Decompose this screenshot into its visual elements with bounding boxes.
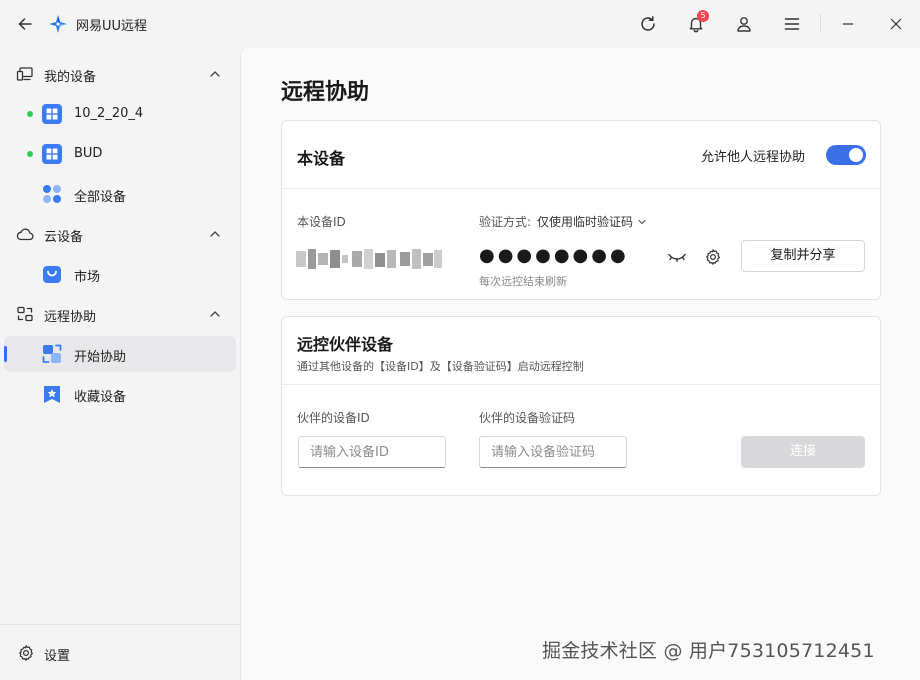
eye-closed-icon — [668, 253, 686, 262]
chevron-up-icon — [210, 311, 220, 317]
close-icon — [890, 18, 902, 30]
app-logo-icon — [49, 15, 67, 33]
allow-remote-toggle[interactable] — [826, 145, 866, 165]
minimize-button[interactable] — [836, 12, 860, 36]
online-status-dot — [27, 111, 33, 117]
devices-icon — [16, 67, 33, 81]
connect-button[interactable]: 连接 — [741, 436, 865, 468]
sidebar-item-label: 全部设备 — [74, 190, 127, 205]
menu-button[interactable] — [780, 12, 804, 36]
device-id-label: 本设备ID — [297, 215, 346, 229]
settings-label: 设置 — [44, 649, 71, 664]
user-icon — [737, 17, 751, 32]
refresh-button[interactable] — [636, 12, 660, 36]
titlebar-divider — [820, 14, 821, 32]
cloud-icon — [16, 228, 34, 241]
shopping-bag-icon — [43, 266, 61, 283]
verification-method-label: 验证方式: — [479, 215, 532, 229]
app-title: 网易UU远程 — [76, 19, 148, 34]
notification-button[interactable]: 5 — [684, 10, 709, 36]
card-title: 远控伙伴设备 — [297, 335, 394, 354]
sidebar-item-label: BUD — [74, 146, 103, 161]
card-header: 远控伙伴设备 通过其他设备的【设备ID】及【设备验证码】启动远程控制 — [282, 317, 880, 385]
partner-code-input[interactable] — [479, 436, 627, 468]
copy-and-share-button[interactable]: 复制并分享 — [741, 240, 865, 272]
sidebar-item-label: 市场 — [74, 270, 101, 285]
sidebar-item-favorite-devices[interactable]: 收藏设备 — [4, 376, 236, 412]
show-code-button[interactable] — [666, 246, 688, 268]
sidebar-item-start-assist[interactable]: 开始协助 — [4, 336, 236, 372]
settings-button[interactable]: 设置 — [0, 624, 240, 680]
toggle-knob — [849, 148, 863, 162]
sidebar-item-label: 10_2_20_4 — [74, 106, 144, 121]
back-button[interactable] — [14, 13, 36, 35]
gear-icon — [706, 249, 720, 265]
sidebar-item-device-bud[interactable]: BUD — [4, 136, 236, 172]
partner-device-card: 远控伙伴设备 通过其他设备的【设备ID】及【设备验证码】启动远程控制 伙伴的设备… — [281, 316, 881, 496]
remote-assist-icon — [17, 306, 33, 322]
sidebar-item-label: 开始协助 — [74, 350, 127, 365]
partner-code-label: 伙伴的设备验证码 — [479, 411, 576, 425]
minimize-icon — [843, 23, 853, 25]
refresh-note: 每次远控结束刷新 — [479, 275, 567, 288]
chevron-up-icon — [210, 231, 220, 237]
card-subtitle: 通过其他设备的【设备ID】及【设备验证码】启动远程控制 — [297, 360, 584, 373]
this-device-card: 本设备 允许他人远程协助 本设备ID 验证方式: 仅使用临时验证码 ●●●●●●… — [281, 120, 881, 300]
bookmark-star-icon — [44, 386, 60, 403]
gear-icon — [19, 645, 33, 661]
windows-device-icon — [42, 104, 62, 124]
card-header: 本设备 允许他人远程协助 — [282, 121, 880, 189]
verification-code-masked: ●●●●●●●● — [479, 245, 629, 266]
refresh-icon — [641, 16, 655, 31]
all-devices-icon — [43, 185, 61, 203]
verification-method-value: 仅使用临时验证码 — [537, 215, 634, 229]
sidebar-group-cloud-devices[interactable]: 云设备 — [0, 214, 240, 254]
sidebar-group-label: 我的设备 — [44, 70, 97, 85]
sidebar-item-device-10-2-20-4[interactable]: 10_2_20_4 — [4, 96, 236, 132]
sidebar-item-market[interactable]: 市场 — [4, 256, 236, 292]
verification-method-dropdown[interactable]: 仅使用临时验证码 — [537, 213, 648, 230]
code-settings-button[interactable] — [702, 246, 724, 268]
sidebar-item-label: 收藏设备 — [74, 390, 127, 405]
notification-badge: 5 — [697, 10, 709, 22]
allow-remote-label: 允许他人远程协助 — [701, 150, 806, 165]
sidebar: 我的设备 10_2_20_4 BUD 全部设备 云设备 市场 远程协助 开始协助… — [0, 48, 240, 680]
start-assist-icon — [42, 344, 62, 363]
arrow-left-icon — [18, 18, 32, 30]
partner-id-label: 伙伴的设备ID — [297, 411, 370, 425]
close-button[interactable] — [884, 12, 908, 36]
title-bar: 网易UU远程 5 — [0, 0, 920, 48]
account-button[interactable] — [732, 12, 756, 36]
hamburger-menu-icon — [784, 18, 800, 30]
partner-id-input[interactable] — [298, 436, 446, 468]
verification-method-row: 验证方式: 仅使用临时验证码 — [479, 213, 648, 230]
chevron-down-icon — [638, 219, 646, 224]
card-title: 本设备 — [297, 149, 346, 168]
watermark-text: 掘金技术社区 @ 用户753105712451 — [542, 640, 875, 662]
windows-device-icon — [42, 144, 62, 164]
sidebar-group-my-devices[interactable]: 我的设备 — [0, 54, 240, 94]
sidebar-item-all-devices[interactable]: 全部设备 — [4, 176, 236, 212]
active-indicator — [4, 346, 7, 362]
main-content: 远程协助 本设备 允许他人远程协助 本设备ID 验证方式: 仅使用临时验证码 ●… — [240, 48, 920, 680]
sidebar-group-label: 云设备 — [44, 230, 84, 245]
page-title: 远程协助 — [281, 80, 370, 105]
sidebar-group-remote-assist[interactable]: 远程协助 — [0, 294, 240, 334]
device-id-blurred-value — [296, 249, 442, 269]
chevron-up-icon — [210, 71, 220, 77]
sidebar-group-label: 远程协助 — [44, 310, 97, 325]
online-status-dot — [27, 151, 33, 157]
